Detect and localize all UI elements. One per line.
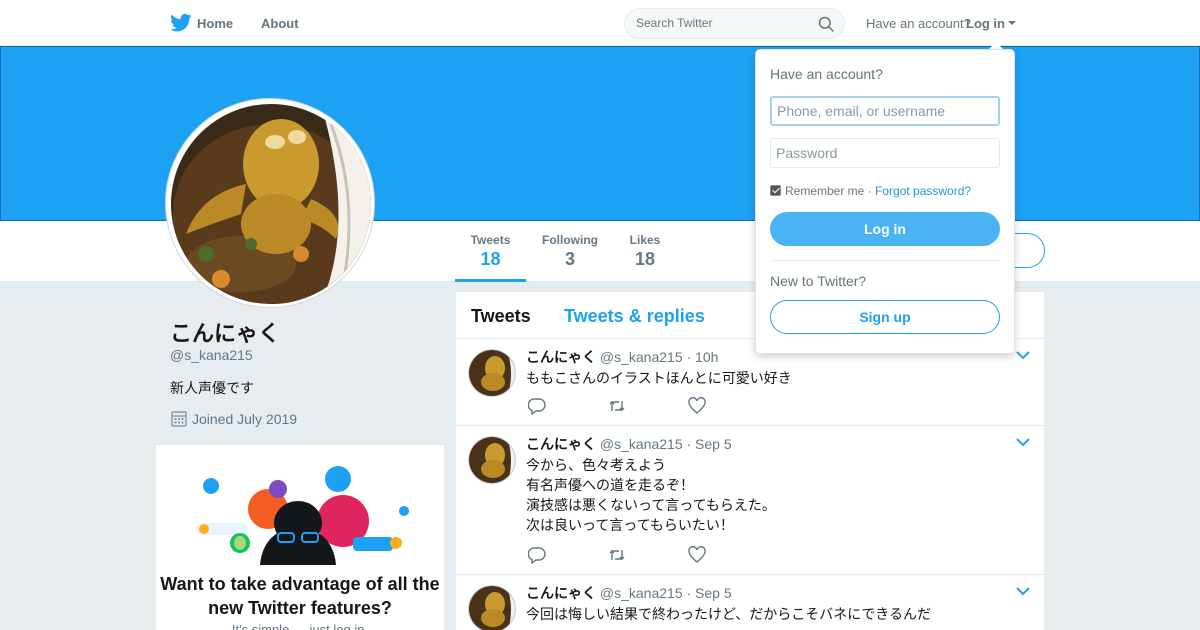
retweet-icon[interactable] (608, 546, 626, 564)
tweet-text: ももこさんのイラストほんとに可愛い好き (526, 368, 792, 388)
search-box (624, 8, 845, 39)
password-field[interactable] (770, 138, 1000, 168)
profile-name[interactable]: こんにゃく (170, 316, 280, 348)
stat-tweets-value: 18 (480, 249, 501, 269)
tweet-author-name[interactable]: こんにゃく (526, 349, 596, 365)
tweet-line: ももこさんのイラストほんとに可愛い好き (526, 370, 792, 386)
tweet-avatar[interactable] (468, 585, 516, 630)
stat-following[interactable]: Following 3 (540, 233, 600, 270)
profile-avatar[interactable] (165, 98, 375, 308)
username-field[interactable] (770, 96, 1000, 126)
nav-home-link[interactable]: Home (197, 16, 233, 31)
stat-likes[interactable]: Likes 18 (625, 233, 665, 270)
tab-tweets[interactable]: Tweets (471, 306, 531, 327)
login-promo-card: Want to take advantage of all the new Tw… (156, 445, 444, 630)
profile-handle[interactable]: @s_kana215 (170, 347, 253, 363)
promo-title: Want to take advantage of all the new Tw… (160, 574, 440, 618)
tweet-avatar[interactable] (468, 436, 516, 484)
stat-likes-label: Likes (629, 233, 661, 247)
remember-me-label[interactable]: Remember me (785, 184, 864, 198)
chevron-down-icon[interactable] (1016, 438, 1030, 447)
heart-icon[interactable] (688, 397, 706, 415)
twitter-bird-icon[interactable] (170, 13, 192, 33)
remember-me-checkbox[interactable] (770, 185, 781, 196)
stat-likes-value: 18 (634, 249, 656, 269)
tweet-line: 今から、色々考えよう (526, 457, 666, 473)
separator-dot: · (864, 184, 876, 198)
tweet-line: 演技感は悪くないって言ってもらえた。 (526, 497, 776, 513)
tweet-meta[interactable]: @s_kana215 · Sep 5 (600, 585, 732, 601)
tweet-text: 今回は悔しい結果で終わったけど、だからこそバネにできるんだ (526, 604, 931, 624)
forgot-password-link[interactable]: Forgot password? (875, 184, 971, 198)
joined-date: Joined July 2019 (192, 411, 298, 427)
remember-row: Remember me · Forgot password? (770, 184, 971, 198)
profile-bio: 新人声優です (170, 380, 254, 396)
heart-icon[interactable] (688, 546, 706, 564)
tweet-actions (528, 397, 718, 415)
nav-about-link[interactable]: About (261, 16, 299, 31)
search-icon[interactable] (818, 16, 834, 32)
reply-icon[interactable] (528, 546, 546, 564)
signup-button[interactable]: Sign up (770, 300, 1000, 334)
tweet-text: 今から、色々考えよう 有名声優への道を走るぞ！ 演技感は悪くないって言ってもらえ… (526, 455, 776, 535)
top-navigation-bar: Home About Have an account? Log in (0, 0, 1200, 46)
retweet-icon[interactable] (608, 397, 626, 415)
login-dropdown: Have an account? Remember me · Forgot pa… (755, 49, 1015, 354)
tweet-line: 今回は悔しい結果で終わったけど、だからこそバネにできるんだ (526, 606, 932, 622)
tab-tweets-replies[interactable]: Tweets & replies (564, 306, 705, 327)
tweet-actions (528, 546, 718, 564)
tweet[interactable]: こんにゃく @s_kana215 · Sep 5 今回は悔しい結果で終わったけど… (456, 575, 1044, 630)
caret-down-icon[interactable] (1008, 21, 1016, 25)
tweet-meta[interactable]: @s_kana215 · Sep 5 (600, 436, 732, 452)
calendar-icon (171, 411, 187, 427)
tweet-line: 次は良いって言ってもらいたい！ (526, 517, 734, 533)
reply-icon[interactable] (528, 397, 546, 415)
have-account-text: Have an account? (866, 16, 971, 31)
stat-following-label: Following (542, 233, 598, 247)
promo-subtitle: It's simple — just log in. (231, 622, 369, 630)
tweet-author-name[interactable]: こんにゃく (526, 585, 596, 601)
login-button[interactable]: Log in (770, 212, 1000, 246)
tweet-author-name[interactable]: こんにゃく (526, 436, 596, 452)
tweet[interactable]: こんにゃく @s_kana215 · Sep 5 今から、色々考えよう 有名声優… (456, 426, 1044, 575)
stat-tweets-label: Tweets (470, 233, 511, 247)
login-dropdown-toggle[interactable]: Log in (966, 16, 1005, 31)
stat-tweets[interactable]: Tweets 18 (455, 233, 526, 282)
avatar-image (171, 104, 371, 304)
new-to-twitter-text: New to Twitter? (770, 273, 867, 289)
promo-illustration (196, 466, 409, 565)
search-input[interactable] (636, 16, 806, 30)
tweet-meta[interactable]: @s_kana215 · 10h (600, 349, 719, 365)
chevron-down-icon[interactable] (1016, 587, 1030, 596)
chevron-down-icon[interactable] (1016, 351, 1030, 360)
tweet-line: 有名声優への道を走るぞ！ (526, 477, 694, 493)
divider (770, 260, 1000, 261)
tweet-avatar[interactable] (468, 349, 516, 397)
dropdown-title: Have an account? (770, 66, 883, 82)
stat-following-value: 3 (564, 249, 575, 269)
